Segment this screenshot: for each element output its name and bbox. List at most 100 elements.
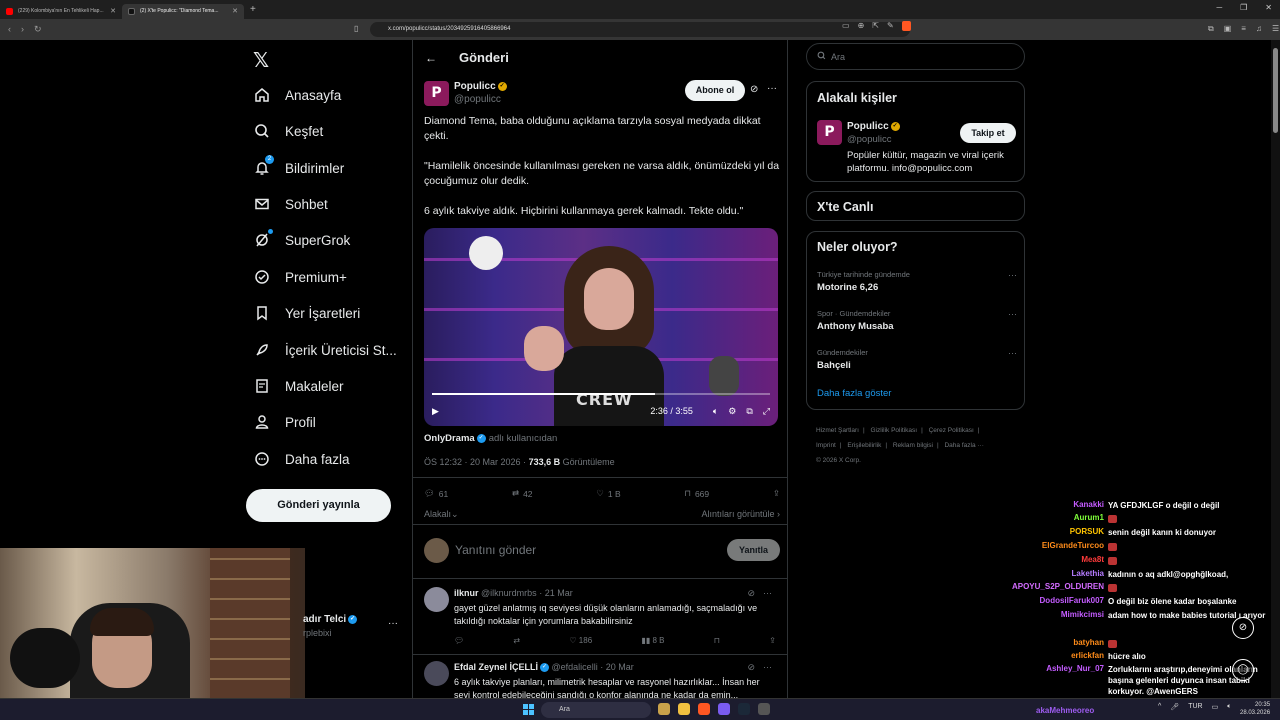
author-handle[interactable]: @populicc	[454, 94, 501, 105]
chat-username[interactable]: Ashley_Nur_07	[1046, 664, 1104, 673]
video-progress-bar[interactable]	[432, 393, 770, 395]
zoom-icon[interactable]: ⊕	[858, 21, 865, 31]
new-tab-button[interactable]: +	[250, 4, 256, 15]
steam-icon[interactable]	[738, 703, 750, 715]
author-avatar[interactable]: P	[424, 81, 449, 106]
repost-icon[interactable]: ⇄	[513, 636, 520, 645]
reply-icon[interactable]: 💬︎	[454, 636, 464, 645]
views-button[interactable]: ▮▮ 8 B	[641, 636, 664, 645]
nav-more[interactable]: Daha fazla	[253, 450, 350, 468]
music-icon[interactable]: ♫	[1256, 24, 1262, 34]
widget-icon[interactable]	[658, 703, 670, 715]
close-window-icon[interactable]: ✕	[1265, 3, 1272, 12]
browser-menu-icon[interactable]: ☰	[1272, 24, 1279, 34]
reply-avatar[interactable]	[424, 661, 449, 686]
footer-link[interactable]: Daha fazla ···	[944, 442, 983, 449]
related-avatar[interactable]: P	[817, 120, 842, 145]
follow-button[interactable]: Takip et	[960, 123, 1016, 143]
close-tab-icon[interactable]: ✕	[110, 7, 116, 15]
nav-creator-studio[interactable]: İçerik Üreticisi St...	[253, 341, 397, 359]
source-name[interactable]: OnlyDrama	[424, 433, 475, 444]
more-options-icon[interactable]: ···	[763, 588, 772, 599]
show-more-link[interactable]: Daha fazla göster	[817, 388, 891, 399]
like-button[interactable]: ♡ 186	[569, 636, 592, 645]
account-menu-icon[interactable]: ···	[388, 618, 398, 629]
forward-icon[interactable]: ›	[21, 24, 24, 35]
more-options-icon[interactable]: ···	[1008, 309, 1017, 319]
footer-link[interactable]: Hizmet Şartları	[816, 427, 859, 434]
trend-item[interactable]: Türkiye tarihinde gündemde Motorine 6,26 ·…	[817, 270, 1017, 293]
share-button[interactable]: ⇪	[773, 488, 780, 499]
nav-explore[interactable]: Keşfet	[253, 122, 323, 140]
grok-icon[interactable]: ⊘	[747, 662, 755, 673]
chat-username[interactable]: DodosilFaruk007	[1040, 596, 1104, 605]
reload-icon[interactable]: ↻	[34, 24, 42, 35]
like-button[interactable]: ♡ 1 B	[596, 488, 620, 499]
reply-handle[interactable]: @efdalicelli	[552, 662, 598, 672]
footer-link[interactable]: Imprint	[816, 442, 836, 449]
footer-link[interactable]: Reklam bilgisi	[893, 442, 933, 449]
author-name[interactable]: Populicc ✓	[454, 81, 507, 92]
brave-icon[interactable]	[698, 703, 710, 715]
more-options-icon[interactable]: ···	[1008, 348, 1017, 358]
menu-icon[interactable]: ≡	[1241, 24, 1246, 34]
footer-link[interactable]: Gizlilik Politikası	[871, 427, 918, 434]
more-options-icon[interactable]: ···	[763, 662, 772, 673]
back-arrow-icon[interactable]: ←	[425, 51, 437, 65]
sort-dropdown[interactable]: Alakalı⌄	[424, 509, 459, 520]
reply-item[interactable]: ilknur @ilknurdmrbs · 21 Mar ⊘ ··· gayet …	[424, 584, 780, 654]
nav-notifications[interactable]: 2 Bildirimler	[253, 155, 344, 177]
tweet-video[interactable]: CREW ▶ 2:36 / 3:55 🔈︎ ⚙ ⧉ ⤢	[424, 228, 778, 426]
bookmark-page-icon[interactable]: ▯	[354, 24, 358, 33]
microphone-icon[interactable]: 🎤︎	[1170, 703, 1179, 711]
obs-icon[interactable]	[758, 703, 770, 715]
reply-handle[interactable]: @ilknurdmrbs	[481, 588, 537, 598]
volume-icon[interactable]: 🔈︎	[1227, 703, 1231, 711]
share-icon[interactable]: ⇪	[769, 636, 776, 645]
nav-home[interactable]: Anasayfa	[253, 86, 341, 104]
subscribe-button[interactable]: Abone ol	[685, 80, 745, 101]
related-name[interactable]: Populicc ✓	[847, 121, 900, 132]
taskbar-search[interactable]: Ara	[541, 702, 651, 718]
close-tab-icon[interactable]: ✕	[232, 7, 238, 15]
reply-item[interactable]: Efdal Zeynel İÇELLİ ✓ @efdalicelli · 20 M…	[424, 658, 780, 698]
file-explorer-icon[interactable]	[678, 703, 690, 715]
play-icon[interactable]: ▶	[432, 406, 439, 417]
chat-username[interactable]: ElGrandeTurcoo	[1042, 541, 1104, 550]
chat-username[interactable]: Kanakki	[1073, 500, 1104, 509]
account-handle[interactable]: rplebixi	[303, 628, 332, 638]
grok-icon[interactable]: ⊘	[747, 588, 755, 599]
user-avatar[interactable]	[424, 537, 449, 563]
fullscreen-icon[interactable]: ⤢	[763, 406, 770, 417]
more-options-icon[interactable]: ···	[767, 83, 777, 94]
wallet-icon[interactable]: ▣	[1224, 24, 1232, 34]
reply-author[interactable]: ilknur	[454, 588, 479, 598]
bookmark-button[interactable]: ⊓ 669	[684, 488, 709, 499]
account-name[interactable]: adır Telci ✓	[303, 614, 358, 625]
repost-button[interactable]: ⇄ 42	[512, 488, 533, 499]
reply-submit-button[interactable]: Yanıtla	[727, 539, 780, 561]
windows-start-icon[interactable]	[523, 704, 534, 715]
x-logo-icon[interactable]: 𝕏	[253, 48, 269, 72]
volume-icon[interactable]: 🔈︎	[713, 406, 718, 417]
browser-tab-x[interactable]: (2) X'te Populicc: "Diamond Tema... ✕	[122, 3, 244, 19]
discord-icon[interactable]	[718, 703, 730, 715]
footer-link[interactable]: Çerez Politikası	[929, 427, 974, 434]
edit-icon[interactable]: ✎	[887, 21, 894, 31]
reply-input[interactable]: Yanıtını gönder	[455, 543, 536, 557]
settings-gear-icon[interactable]: ⚙	[728, 406, 736, 417]
search-input[interactable]: Ara	[806, 43, 1025, 70]
share-icon[interactable]: ⇱	[872, 21, 879, 31]
chat-username[interactable]: erlickfan	[1071, 651, 1104, 660]
x-live-card[interactable]: X'te Canlı	[806, 191, 1025, 221]
more-options-icon[interactable]: ···	[1008, 270, 1017, 280]
reply-button[interactable]: 💬︎ 61	[424, 488, 448, 499]
tweet-timestamp[interactable]: ÖS 12:32 · 20 Mar 2026 ·	[424, 457, 526, 467]
view-quotes-link[interactable]: Alıntıları görüntüle ›	[701, 509, 780, 520]
post-button[interactable]: Gönderi yayınla	[246, 489, 391, 522]
reader-icon[interactable]: ▭	[842, 21, 850, 31]
chat-message-icon[interactable]: ◯	[1232, 659, 1254, 681]
url-field[interactable]: x.com/populicc/status/203492591640586696…	[370, 22, 910, 37]
taskbar-clock[interactable]: 20:35 28.03.2026	[1240, 701, 1270, 717]
footer-link[interactable]: Erişilebilirlik	[847, 442, 881, 449]
